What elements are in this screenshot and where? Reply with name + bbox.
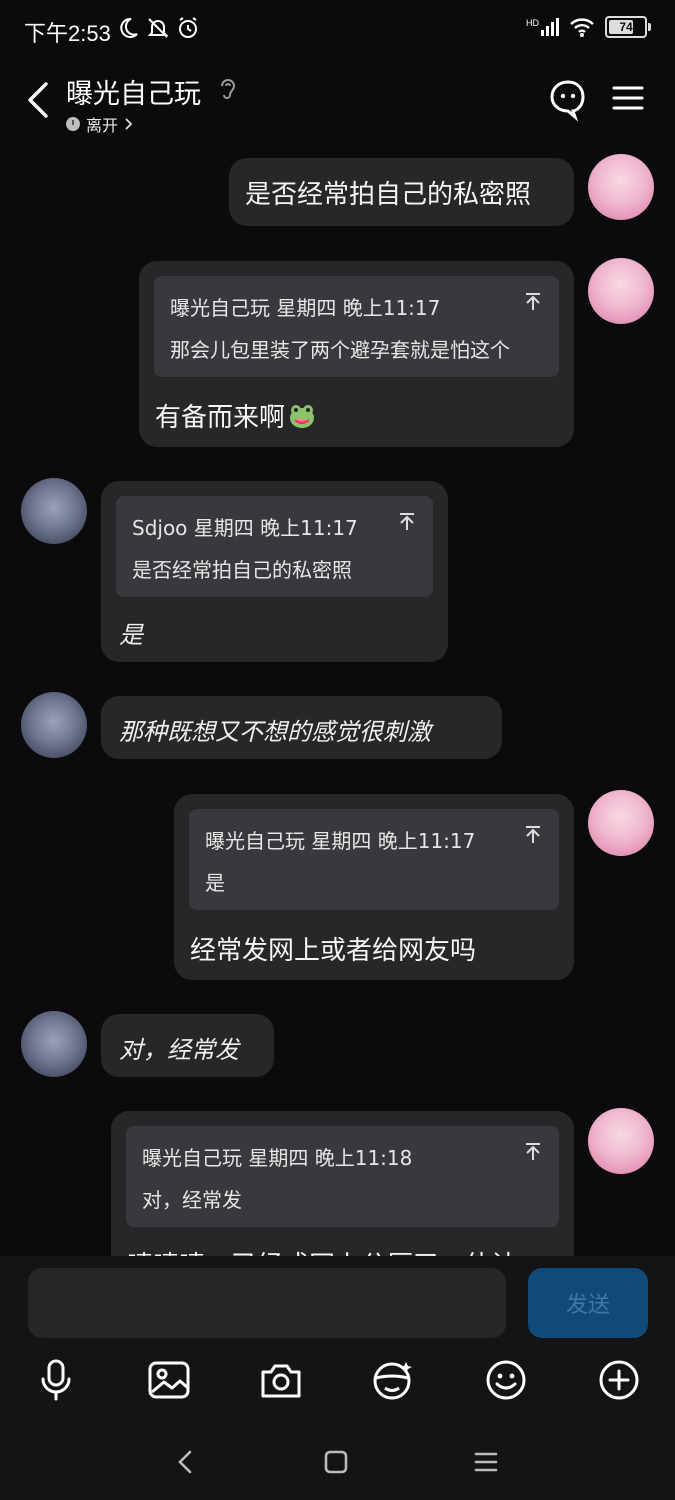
jump-to-top-icon[interactable] bbox=[523, 292, 543, 312]
microphone-icon bbox=[41, 1359, 71, 1401]
emoji-icon bbox=[486, 1360, 526, 1400]
image-icon bbox=[148, 1361, 190, 1399]
jump-to-top-icon[interactable] bbox=[523, 1142, 543, 1162]
quote-text: 对，经常发 bbox=[142, 1188, 242, 1212]
presence-status[interactable]: 离开 bbox=[66, 112, 134, 136]
nav-home-button[interactable] bbox=[316, 1444, 356, 1480]
message-bubble[interactable]: 曝光自己玩 星期四 晚上11:17 那会儿包里装了两个避孕套就是怕这个 有备而来… bbox=[139, 261, 574, 447]
quote-text: 那会儿包里装了两个避孕套就是怕这个 bbox=[170, 338, 510, 362]
message-list[interactable]: 是否经常拍自己的私密照 曝光自己玩 星期四 晚上11:17 那会儿包里装了两个避… bbox=[0, 148, 675, 1256]
menu-button[interactable] bbox=[612, 78, 644, 118]
wifi-icon bbox=[570, 18, 594, 37]
home-square-icon bbox=[324, 1450, 348, 1474]
camera-icon bbox=[261, 1364, 301, 1398]
gallery-button[interactable] bbox=[144, 1356, 194, 1404]
message-text: 对，经常发 bbox=[119, 1036, 239, 1064]
plus-icon bbox=[599, 1360, 639, 1400]
contact-avatar[interactable] bbox=[21, 478, 87, 544]
recents-icon bbox=[474, 1452, 498, 1472]
message-bubble[interactable]: 曝光自己玩 星期四 晚上11:18 对，经常发 啧啧啧，已经成网上公厕了，估计 bbox=[111, 1111, 574, 1256]
self-avatar[interactable] bbox=[588, 1108, 654, 1174]
nav-recents-button[interactable] bbox=[466, 1444, 506, 1480]
ear-icon[interactable] bbox=[218, 76, 238, 102]
emoji-button[interactable] bbox=[481, 1356, 531, 1404]
status-bar: 下午2:53 HD 74 bbox=[0, 0, 675, 60]
frog-emoji-icon bbox=[290, 405, 315, 428]
message-bubble[interactable]: Sdjoo 星期四 晚上11:17 是否经常拍自己的私密照 是 bbox=[101, 481, 448, 662]
reply-quote[interactable]: 曝光自己玩 星期四 晚上11:17 那会儿包里装了两个避孕套就是怕这个 bbox=[154, 276, 559, 377]
back-arrow-icon bbox=[178, 1450, 192, 1474]
message-text: 是否经常拍自己的私密照 bbox=[245, 180, 532, 210]
chat-title[interactable]: 曝光自己玩 bbox=[66, 72, 201, 111]
mute-bell-icon bbox=[147, 18, 169, 38]
voice-button[interactable] bbox=[31, 1356, 81, 1404]
quote-header: 曝光自己玩 星期四 晚上11:18 bbox=[142, 1146, 413, 1170]
message-text: 经常发网上或者给网友吗 bbox=[190, 936, 477, 966]
sticker-icon bbox=[373, 1362, 412, 1400]
message-text: 那种既想又不想的感觉很刺激 bbox=[119, 718, 431, 746]
nav-back-button[interactable] bbox=[165, 1444, 205, 1480]
jump-to-top-icon[interactable] bbox=[523, 825, 543, 845]
quote-text: 是否经常拍自己的私密照 bbox=[132, 558, 352, 582]
reply-quote[interactable]: 曝光自己玩 星期四 晚上11:17 是 bbox=[189, 809, 559, 910]
quote-header: 曝光自己玩 星期四 晚上11:17 bbox=[170, 296, 441, 320]
presence-label: 离开 bbox=[86, 116, 119, 135]
sticker-button[interactable] bbox=[368, 1356, 418, 1404]
jump-to-top-icon[interactable] bbox=[397, 512, 417, 532]
send-button[interactable]: 发送 bbox=[528, 1268, 648, 1338]
message-bubble[interactable]: 曝光自己玩 星期四 晚上11:17 是 经常发网上或者给网友吗 bbox=[174, 794, 574, 980]
back-button[interactable] bbox=[18, 76, 58, 124]
self-avatar[interactable] bbox=[588, 258, 654, 324]
system-nav-bar bbox=[0, 1430, 675, 1500]
message-text: 有备而来啊 bbox=[155, 397, 317, 434]
quote-text: 是 bbox=[205, 871, 225, 895]
network-label: HD bbox=[526, 18, 539, 28]
self-avatar[interactable] bbox=[588, 154, 654, 220]
assistant-button[interactable] bbox=[548, 78, 588, 122]
battery-icon: 74 bbox=[605, 16, 651, 38]
more-button[interactable] bbox=[594, 1356, 644, 1404]
message-text: 啧啧啧，已经成网上公厕了，估计 bbox=[127, 1245, 517, 1256]
chevron-right-icon bbox=[125, 118, 133, 130]
contact-avatar[interactable] bbox=[21, 692, 87, 758]
moon-icon bbox=[120, 17, 138, 38]
reply-quote[interactable]: Sdjoo 星期四 晚上11:17 是否经常拍自己的私密照 bbox=[116, 496, 433, 597]
message-bubble[interactable]: 是否经常拍自己的私密照 bbox=[229, 158, 574, 226]
message-bubble[interactable]: 对，经常发 bbox=[101, 1014, 274, 1077]
status-time: 下午2:53 bbox=[24, 21, 111, 46]
reply-quote[interactable]: 曝光自己玩 星期四 晚上11:18 对，经常发 bbox=[126, 1126, 559, 1227]
message-bubble[interactable]: 那种既想又不想的感觉很刺激 bbox=[101, 696, 502, 759]
message-text: 是 bbox=[119, 621, 143, 649]
signal-icon: HD bbox=[526, 18, 559, 36]
message-input[interactable] bbox=[28, 1268, 506, 1338]
self-avatar[interactable] bbox=[588, 790, 654, 856]
quote-header: 曝光自己玩 星期四 晚上11:17 bbox=[205, 829, 476, 853]
alarm-icon bbox=[179, 17, 197, 38]
contact-avatar[interactable] bbox=[21, 1011, 87, 1077]
clock-icon bbox=[66, 117, 80, 131]
chat-header: 曝光自己玩 离开 bbox=[0, 60, 675, 148]
camera-button[interactable] bbox=[256, 1356, 306, 1404]
battery-level: 74 bbox=[619, 20, 633, 34]
quote-header: Sdjoo 星期四 晚上11:17 bbox=[132, 516, 358, 540]
